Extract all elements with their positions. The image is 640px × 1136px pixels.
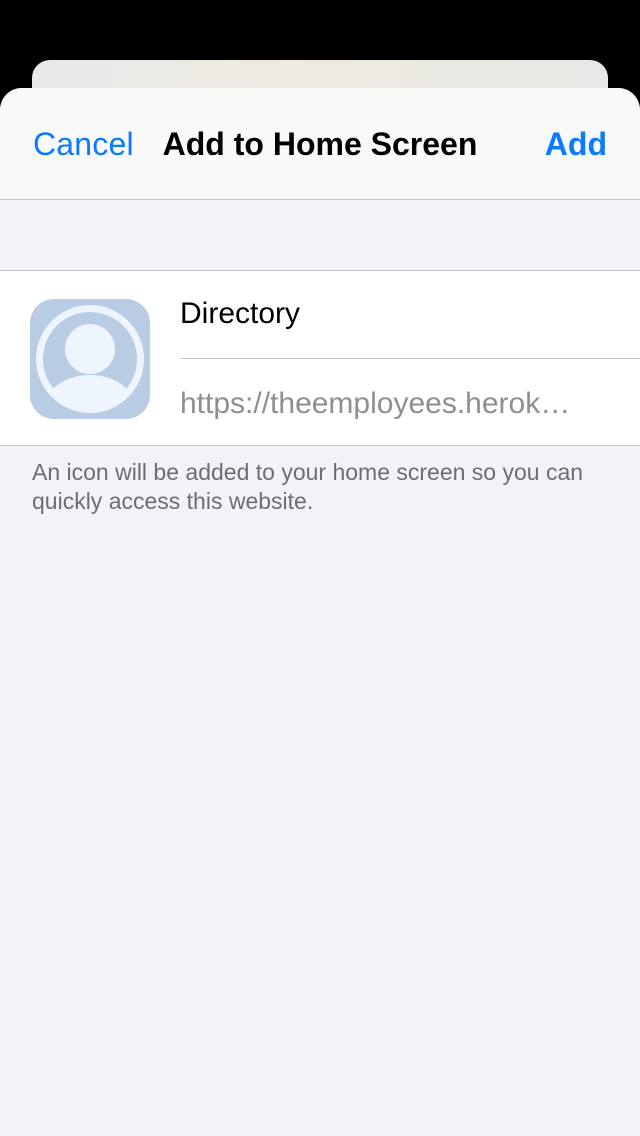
add-button[interactable]: Add (545, 126, 607, 163)
bookmark-name-field[interactable]: Directory (180, 297, 300, 331)
person-avatar-icon (30, 299, 150, 419)
field-divider (180, 358, 640, 359)
add-to-home-sheet: Add to Home Screen Cancel Add Directory … (0, 88, 640, 1136)
navigation-bar: Add to Home Screen Cancel Add (0, 88, 640, 200)
footer-description: An icon will be added to your home scree… (32, 459, 584, 514)
bookmark-details-group: Directory https://theemployees.herok… (0, 270, 640, 446)
cancel-button[interactable]: Cancel (33, 126, 134, 163)
bookmark-url-text: https://theemployees.herok… (180, 387, 571, 420)
